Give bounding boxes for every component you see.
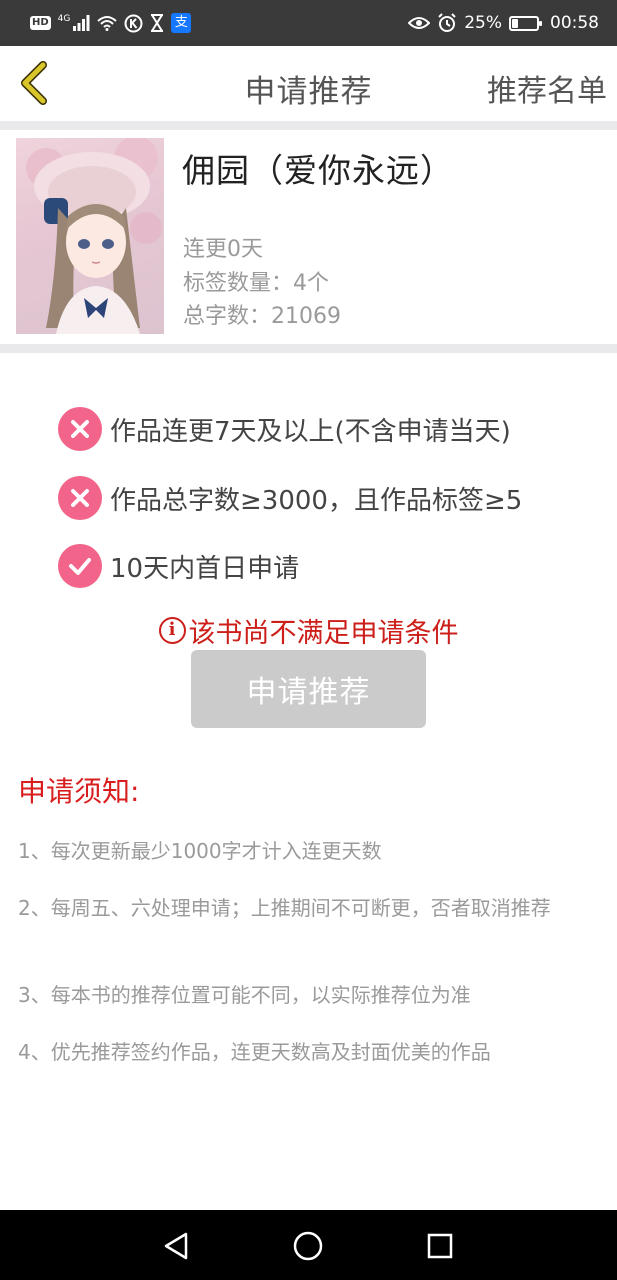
k-icon — [124, 14, 143, 32]
requirement-text: 作品总字数≥3000，且作品标签≥5 — [110, 485, 523, 516]
requirement-text: 10天内首日申请 — [110, 553, 300, 584]
top-nav-bar: 申请推荐 推荐名单 — [0, 46, 617, 121]
battery-fill — [512, 18, 518, 28]
apply-recommend-button[interactable]: 申请推荐 — [191, 650, 426, 728]
book-cover-image — [16, 138, 164, 334]
notice-item: 1、每次更新最少1000字才计入连更天数 — [18, 839, 382, 863]
notice-item: 4、优先推荐签约作品，连更天数高及封面优美的作品 — [18, 1040, 491, 1064]
alarm-icon — [438, 13, 456, 32]
network-type: 4G — [57, 14, 71, 24]
requirement-text: 作品连更7天及以上(不含申请当天) — [110, 416, 511, 447]
x-icon — [58, 407, 102, 451]
square-recents-icon — [427, 1233, 453, 1259]
notice-heading: 申请须知: — [18, 775, 140, 808]
notice-item: 2、每周五、六处理申请；上推期间不可断更，否者取消推荐 — [18, 896, 551, 920]
battery-icon — [509, 15, 542, 31]
book-word-count: 总字数：21069 — [183, 304, 341, 329]
book-streak: 连更0天 — [183, 237, 263, 262]
hd-icon: HD — [30, 16, 51, 30]
info-icon: i — [158, 617, 186, 644]
book-tag-count: 标签数量：4个 — [183, 271, 329, 296]
clock: 00:58 — [550, 13, 599, 33]
system-nav-bar — [0, 1210, 617, 1280]
system-back-button[interactable] — [160, 1229, 194, 1263]
wifi-icon — [97, 16, 118, 31]
recommend-list-button[interactable]: 推荐名单 — [487, 66, 607, 110]
eye-icon — [408, 17, 431, 29]
warning-text: 该书尚不满足申请条件 — [188, 618, 459, 649]
requirement-item: 作品连更7天及以上(不含申请当天) — [58, 406, 511, 452]
ineligible-warning: i 该书尚不满足申请条件 — [0, 611, 617, 650]
alipay-icon: 支 — [171, 13, 192, 33]
book-card[interactable]: 佣园（爱你永远） 连更0天 标签数量：4个 总字数：21069 — [0, 130, 617, 344]
circle-home-icon — [293, 1231, 323, 1261]
status-right: 25% 00:58 — [408, 13, 599, 33]
system-home-button[interactable] — [291, 1229, 325, 1263]
divider — [0, 344, 617, 353]
requirement-item: 作品总字数≥3000，且作品标签≥5 — [58, 475, 522, 521]
battery-percent: 25% — [464, 13, 502, 33]
book-title: 佣园（爱你永远） — [182, 151, 454, 190]
triangle-back-icon — [164, 1232, 188, 1260]
divider — [0, 121, 617, 130]
hourglass-icon — [151, 14, 164, 32]
status-bar: HD 4G 支 25% 00:58 — [0, 0, 617, 46]
requirement-item: 10天内首日申请 — [58, 543, 299, 589]
system-recents-button[interactable] — [423, 1229, 457, 1263]
signal-icon — [73, 15, 90, 31]
status-left: HD 4G 支 — [30, 13, 192, 33]
x-icon — [58, 476, 102, 520]
check-icon — [58, 544, 102, 588]
notice-item: 3、每本书的推荐位置可能不同，以实际推荐位为准 — [18, 983, 471, 1007]
